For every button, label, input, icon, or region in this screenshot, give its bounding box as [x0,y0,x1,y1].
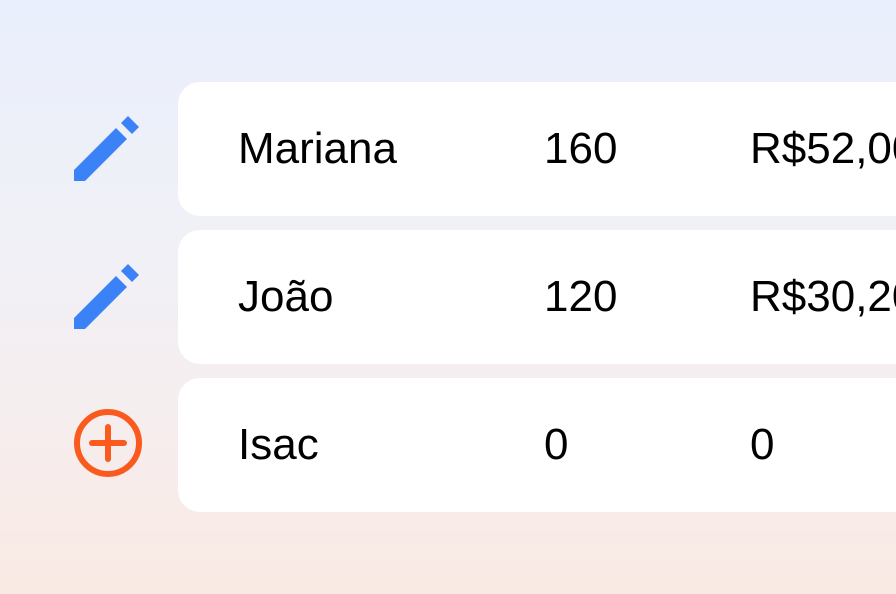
row-card[interactable]: Isac 0 0 [178,378,896,512]
quantity-value: 160 [544,124,618,173]
person-name: Isac [238,420,319,469]
quantity-value: 120 [544,272,618,321]
quantity-value: 0 [544,420,569,469]
add-button[interactable] [72,407,144,479]
edit-button[interactable] [72,259,144,331]
row-card[interactable]: Mariana 160 R$52,00 [178,82,896,216]
list-item: Mariana 160 R$52,00 [0,82,896,216]
list-item: Isac 0 0 [0,378,896,512]
add-circle-icon [74,409,142,477]
pencil-icon [74,264,139,329]
list-item: João 120 R$30,20 [0,230,896,364]
amount-value: R$52,00 [750,124,896,173]
amount-value: R$30,20 [750,272,896,321]
person-name: João [238,272,334,321]
row-card[interactable]: João 120 R$30,20 [178,230,896,364]
edit-button[interactable] [72,111,144,183]
person-name: Mariana [238,124,397,173]
amount-value: 0 [750,420,775,469]
pencil-icon [74,116,139,181]
